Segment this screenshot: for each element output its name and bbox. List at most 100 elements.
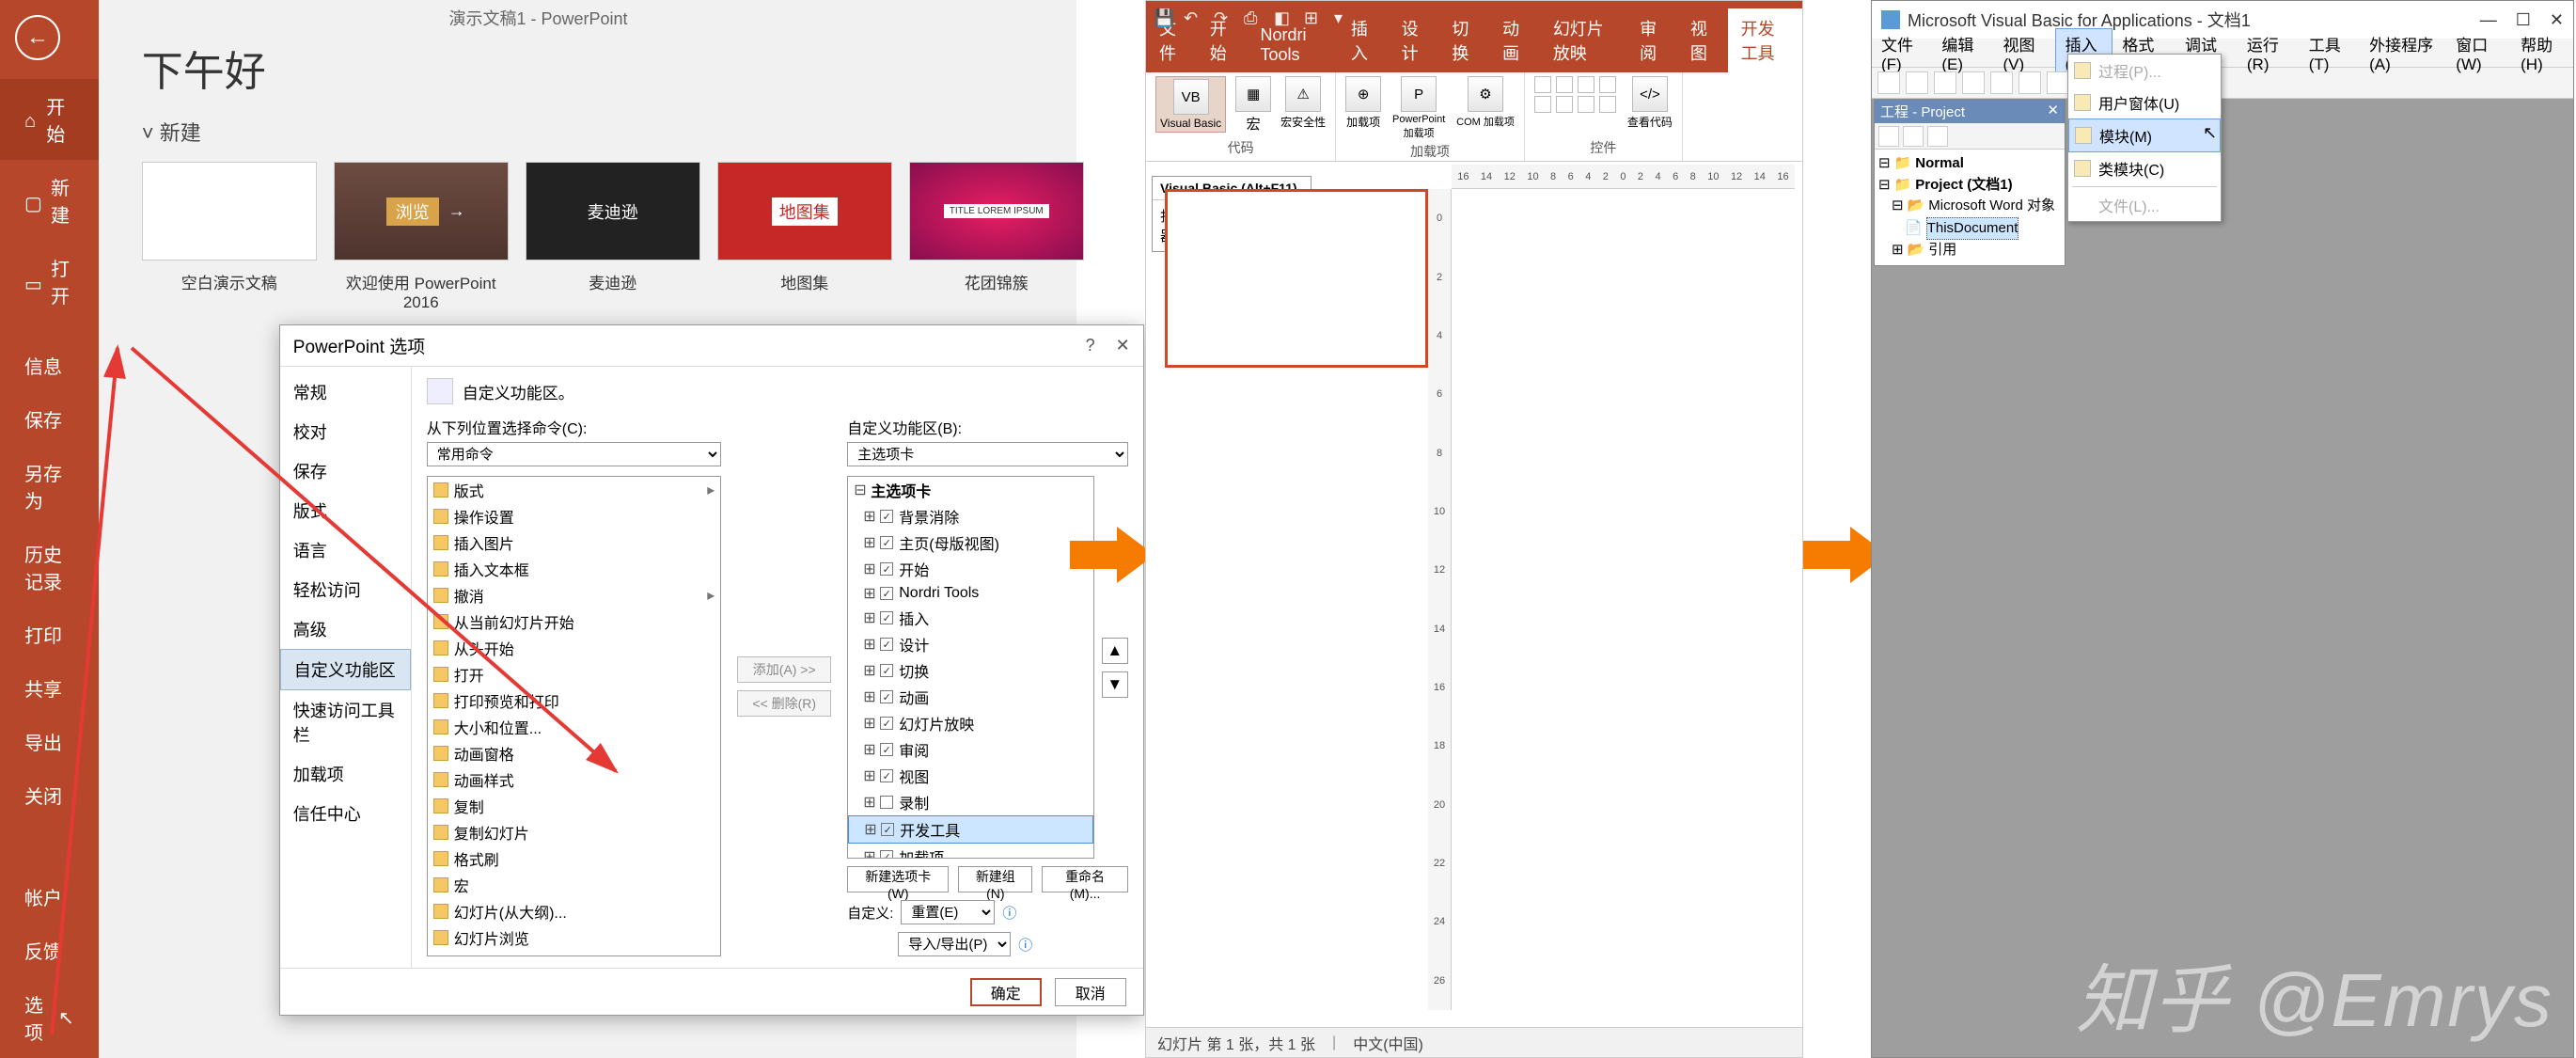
ribbon-tab-item[interactable]: ⊞✓动画	[848, 684, 1093, 710]
ribbon-tab-item[interactable]: ⊞✓视图	[848, 763, 1093, 789]
status-lang[interactable]: 中文(中国)	[1353, 1032, 1423, 1054]
tb-icon[interactable]	[2047, 71, 2069, 94]
qat-icon[interactable]: ◧	[1274, 8, 1293, 27]
reset-info-icon[interactable]: ⓘ	[1002, 903, 1016, 923]
command-item[interactable]: 打印预览和打印	[428, 687, 720, 714]
tb-icon[interactable]	[1934, 71, 1956, 94]
command-item[interactable]: 动画窗格	[428, 740, 720, 766]
nav-trust[interactable]: 信任中心	[280, 794, 411, 833]
menu-addins[interactable]: 外接程序(A)	[2360, 29, 2446, 77]
sidebar-save[interactable]: 保存	[0, 392, 99, 446]
close-button[interactable]: ✕	[1116, 336, 1130, 355]
reset-combo[interactable]: 重置(E)	[901, 900, 995, 924]
pp-view-icon[interactable]	[1878, 126, 1899, 147]
view-code-button[interactable]: </>查看代码	[1627, 76, 1673, 130]
menu-view[interactable]: 视图(V)	[1993, 29, 2054, 77]
template-atlas[interactable]: 地图集 地图集	[717, 162, 892, 312]
tree-references[interactable]: 引用	[1928, 240, 1956, 261]
command-item[interactable]: 撤消▸	[428, 582, 720, 608]
command-item[interactable]: 从头开始	[428, 635, 720, 661]
tab-developer[interactable]: 开发工具	[1728, 8, 1802, 72]
nav-general[interactable]: 常规	[280, 372, 411, 412]
tree-normal[interactable]: Normal	[1915, 153, 1964, 175]
command-item[interactable]: 动画样式	[428, 766, 720, 793]
ribbon-tab-item[interactable]: ⊞✓背景消除	[848, 503, 1093, 529]
ribbon-tab-item[interactable]: ⊞✓插入	[848, 605, 1093, 631]
tree-thisdocument[interactable]: ThisDocument	[1926, 217, 2019, 241]
nav-qat[interactable]: 快速访问工具栏	[280, 690, 411, 754]
addins-button[interactable]: ⊕加载项	[1345, 76, 1381, 130]
controls-grid[interactable]	[1534, 76, 1618, 113]
commands-list[interactable]: 版式▸操作设置插入图片插入文本框撤消▸从当前幻灯片开始从头开始打开打印预览和打印…	[427, 476, 721, 956]
template-floral[interactable]: TITLE LOREM IPSUM 花团锦簇	[909, 162, 1084, 312]
tab-review[interactable]: 审阅	[1626, 8, 1677, 72]
remove-button[interactable]: << 删除(R)	[737, 690, 831, 717]
nav-save[interactable]: 保存	[280, 451, 411, 491]
template-welcome[interactable]: 浏览→ 欢迎使用 PowerPoint 2016	[334, 162, 509, 312]
nav-addins[interactable]: 加载项	[280, 754, 411, 794]
save-icon[interactable]: 💾	[1154, 8, 1172, 27]
command-item[interactable]: 打开	[428, 661, 720, 687]
ribbon-tab-item[interactable]: ⊞✓开始	[848, 556, 1093, 582]
ppt-addins-button[interactable]: PPowerPoint 加载项	[1390, 76, 1447, 140]
undo-icon[interactable]: ↶	[1184, 8, 1202, 27]
redo-icon[interactable]: ↷	[1214, 8, 1233, 27]
tree-word-objects[interactable]: Microsoft Word 对象	[1928, 196, 2055, 217]
ribbon-tab-item[interactable]: ⊞录制	[848, 789, 1093, 815]
slide-thumbnail[interactable]	[1165, 189, 1428, 368]
ribbon-group-header[interactable]: ⊟主选项卡	[848, 477, 1093, 503]
sidebar-history[interactable]: 历史记录	[0, 527, 99, 608]
ok-button[interactable]: 确定	[970, 978, 1042, 1006]
new-tab-button[interactable]: 新建选项卡(W)	[847, 866, 949, 892]
customize-ribbon-combo[interactable]: 主选项卡	[847, 442, 1128, 466]
add-button[interactable]: 添加(A) >>	[737, 656, 831, 683]
command-item[interactable]: 复制	[428, 793, 720, 819]
tb-icon[interactable]	[1990, 71, 2013, 94]
menu-run[interactable]: 运行(R)	[2238, 29, 2300, 77]
nav-layout[interactable]: 版式	[280, 491, 411, 530]
pane-close-icon[interactable]: ✕	[2047, 102, 2059, 121]
macro-security-button[interactable]: ⚠宏安全性	[1280, 76, 1326, 130]
tb-icon[interactable]	[1962, 71, 1985, 94]
ribbon-tab-item[interactable]: ⊞✓幻灯片放映	[848, 710, 1093, 736]
command-item[interactable]: 操作设置	[428, 503, 720, 529]
sidebar-home[interactable]: ⌂开始	[0, 79, 99, 160]
sidebar-account[interactable]: 帐户	[0, 870, 99, 924]
com-addins-button[interactable]: ⚙COM 加载项	[1456, 76, 1515, 129]
submenu-userform[interactable]: 用户窗体(U)	[2068, 87, 2221, 118]
menu-window[interactable]: 窗口(W)	[2446, 29, 2511, 77]
ie-info-icon[interactable]: ⓘ	[1018, 935, 1032, 955]
command-item[interactable]: 版式▸	[428, 477, 720, 503]
ribbon-tab-item[interactable]: ⊞✓审阅	[848, 736, 1093, 763]
import-export-combo[interactable]: 导入/导出(P)	[898, 932, 1011, 956]
sidebar-print[interactable]: 打印	[0, 608, 99, 661]
ribbon-tab-item[interactable]: ⊞✓开发工具	[848, 815, 1093, 844]
sidebar-new[interactable]: ▢新建	[0, 160, 99, 241]
tab-view[interactable]: 视图	[1677, 8, 1728, 72]
sidebar-info[interactable]: 信息	[0, 339, 99, 392]
command-item[interactable]: 幻灯片浏览	[428, 924, 720, 951]
command-item[interactable]: 插入文本框	[428, 556, 720, 582]
tab-slideshow[interactable]: 幻灯片放映	[1540, 8, 1626, 72]
cancel-button[interactable]: 取消	[1055, 978, 1126, 1006]
nav-customize-ribbon[interactable]: 自定义功能区	[280, 649, 411, 690]
help-button[interactable]: ?	[1086, 336, 1095, 355]
tab-transitions[interactable]: 切换	[1438, 8, 1489, 72]
close-button[interactable]: ✕	[2550, 10, 2564, 30]
menu-help[interactable]: 帮助(H)	[2511, 29, 2573, 77]
command-item[interactable]: 格式刷	[428, 845, 720, 872]
sidebar-options[interactable]: 选项↖	[0, 977, 99, 1058]
nav-proofing[interactable]: 校对	[280, 412, 411, 451]
project-tree[interactable]: ⊟📁Normal ⊟📁Project (文档1) ⊟📂Microsoft Wor…	[1875, 150, 2065, 265]
sidebar-export[interactable]: 导出	[0, 715, 99, 768]
nav-advanced[interactable]: 高级	[280, 609, 411, 649]
ribbon-tabs-list[interactable]: ⊟主选项卡⊞✓背景消除⊞✓主页(母版视图)⊞✓开始⊞✓Nordri Tools⊞…	[847, 476, 1094, 859]
minimize-button[interactable]: —	[2480, 10, 2497, 30]
submenu-classmodule[interactable]: 类模块(C)	[2068, 152, 2221, 184]
pp-view-icon[interactable]	[1903, 126, 1924, 147]
macros-button[interactable]: ▦宏	[1235, 76, 1271, 134]
qat-icon[interactable]: ⊞	[1304, 8, 1323, 27]
tb-icon[interactable]	[2018, 71, 2041, 94]
ribbon-tab-item[interactable]: ⊞✓Nordri Tools	[848, 582, 1093, 605]
submenu-module[interactable]: 模块(M)	[2068, 118, 2221, 152]
